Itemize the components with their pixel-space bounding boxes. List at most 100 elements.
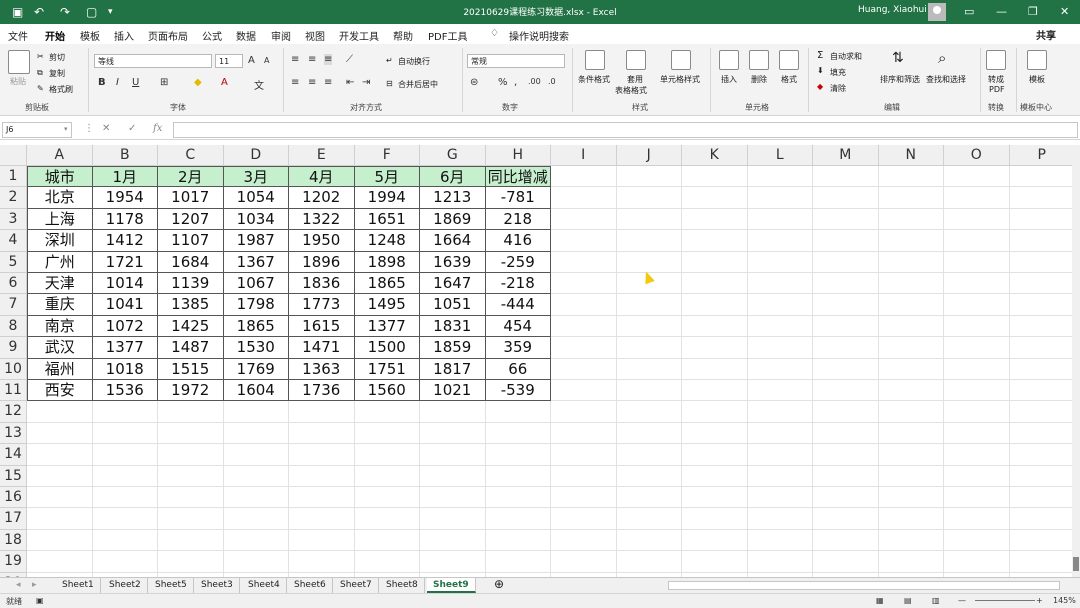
copy-button[interactable]: 复制: [49, 68, 65, 79]
cell[interactable]: 福州: [27, 358, 93, 380]
cell[interactable]: 1363: [289, 358, 355, 380]
row-header[interactable]: 19: [0, 551, 27, 573]
cell[interactable]: [944, 251, 1010, 273]
find-select-button[interactable]: 查找和选择: [926, 74, 966, 85]
cell[interactable]: 1425: [158, 315, 224, 338]
tab-data[interactable]: 数据: [236, 28, 256, 43]
cell[interactable]: 1859: [420, 337, 486, 359]
next-sheet-icon[interactable]: ▸: [26, 578, 43, 593]
cell[interactable]: [813, 422, 879, 445]
templates-icon[interactable]: [1027, 50, 1047, 70]
cell[interactable]: [878, 401, 944, 423]
cell[interactable]: [223, 508, 289, 530]
cell[interactable]: [551, 251, 617, 273]
cell[interactable]: [747, 508, 813, 530]
cell[interactable]: 1213: [420, 187, 486, 209]
autosum-icon[interactable]: Σ: [817, 50, 823, 61]
cell[interactable]: [92, 529, 158, 552]
cell[interactable]: [27, 529, 93, 552]
cell[interactable]: [878, 529, 944, 552]
cell[interactable]: [747, 273, 813, 295]
cell[interactable]: [944, 187, 1010, 209]
cell[interactable]: [289, 529, 355, 552]
cell[interactable]: [813, 551, 879, 573]
cell[interactable]: [92, 422, 158, 445]
sort-filter-button[interactable]: 排序和筛选: [880, 74, 920, 85]
cell[interactable]: [682, 444, 748, 466]
column-header[interactable]: B: [92, 145, 158, 166]
cell[interactable]: 1322: [289, 208, 355, 231]
column-header[interactable]: L: [747, 145, 813, 166]
cell[interactable]: [878, 273, 944, 295]
cell[interactable]: 1471: [289, 337, 355, 359]
number-format-select[interactable]: 常规: [467, 54, 565, 68]
cell[interactable]: [747, 529, 813, 552]
cell[interactable]: [420, 487, 486, 509]
cell[interactable]: 1367: [223, 251, 289, 273]
zoom-in-icon[interactable]: +: [1036, 596, 1043, 605]
cell[interactable]: [878, 444, 944, 466]
cell[interactable]: [813, 465, 879, 487]
cell[interactable]: [485, 551, 551, 573]
cell[interactable]: 1651: [354, 208, 420, 231]
tab-help[interactable]: 帮助: [393, 28, 413, 43]
cell[interactable]: 1865: [354, 273, 420, 295]
format-cells-button[interactable]: 格式: [781, 74, 797, 85]
cell[interactable]: [878, 251, 944, 273]
page-break-view-icon[interactable]: ▥: [932, 596, 940, 605]
cell[interactable]: 416: [485, 230, 551, 252]
column-header[interactable]: M: [813, 145, 879, 166]
convert-pdf-label-1[interactable]: 转成: [988, 74, 1004, 85]
cell[interactable]: [1009, 166, 1072, 188]
header-cell[interactable]: 4月: [289, 166, 355, 188]
cell[interactable]: [682, 465, 748, 487]
cell[interactable]: [289, 508, 355, 530]
phonetic-icon[interactable]: 文: [254, 77, 264, 92]
cell[interactable]: [27, 401, 93, 423]
cell[interactable]: [682, 230, 748, 252]
cell[interactable]: [420, 551, 486, 573]
sheet-tab[interactable]: Sheet1: [56, 578, 101, 593]
templates-button[interactable]: 模板: [1029, 74, 1045, 85]
cell[interactable]: -444: [485, 294, 551, 316]
cell[interactable]: 1896: [289, 251, 355, 273]
avatar[interactable]: [928, 3, 946, 21]
row-header[interactable]: 15: [0, 465, 27, 487]
row-header[interactable]: 2: [0, 187, 27, 209]
cell[interactable]: [682, 508, 748, 530]
row-header[interactable]: 3: [0, 208, 27, 231]
cell[interactable]: [747, 166, 813, 188]
cell[interactable]: 深圳: [27, 230, 93, 252]
cell[interactable]: [616, 187, 682, 209]
font-color-icon[interactable]: A: [221, 77, 228, 88]
cell[interactable]: [420, 422, 486, 445]
cell[interactable]: [354, 465, 420, 487]
cell[interactable]: [747, 251, 813, 273]
close-icon[interactable]: ✕: [1060, 4, 1069, 20]
cell[interactable]: [289, 551, 355, 573]
cell[interactable]: 1034: [223, 208, 289, 231]
column-header[interactable]: A: [27, 145, 93, 166]
cell[interactable]: [551, 337, 617, 359]
clear-button[interactable]: 清除: [830, 83, 846, 94]
cell[interactable]: [944, 230, 1010, 252]
cell[interactable]: 1604: [223, 380, 289, 402]
align-top-icon[interactable]: ≡: [291, 54, 299, 65]
cell[interactable]: [747, 487, 813, 509]
cell[interactable]: [551, 422, 617, 445]
cell[interactable]: [616, 358, 682, 380]
tab-view[interactable]: 视图: [305, 28, 325, 43]
cell[interactable]: 1994: [354, 187, 420, 209]
cell[interactable]: [878, 551, 944, 573]
cell[interactable]: -218: [485, 273, 551, 295]
cell[interactable]: [1009, 273, 1072, 295]
cell[interactable]: [944, 529, 1010, 552]
cell[interactable]: [747, 465, 813, 487]
clear-icon[interactable]: ◆: [817, 82, 823, 91]
cell[interactable]: [485, 422, 551, 445]
cell[interactable]: [420, 401, 486, 423]
cell[interactable]: 1736: [289, 380, 355, 402]
enter-icon[interactable]: ✓: [128, 123, 136, 134]
cell[interactable]: [616, 401, 682, 423]
column-header[interactable]: I: [551, 145, 617, 166]
